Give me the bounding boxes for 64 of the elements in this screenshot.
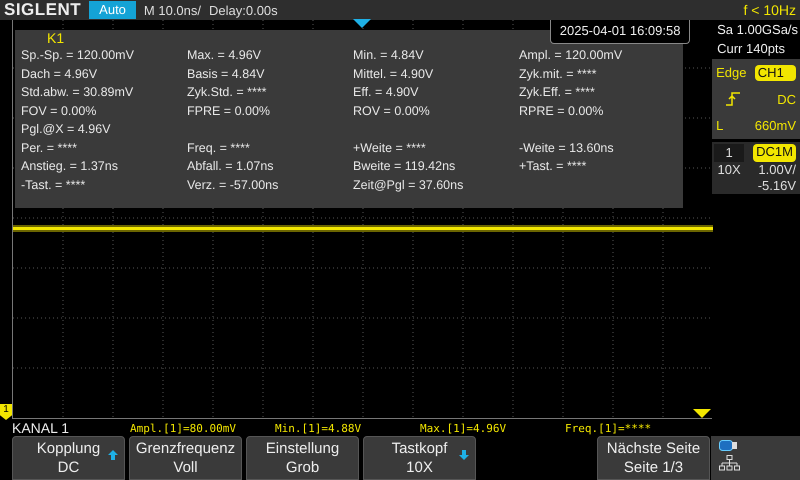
measurement-value: Std.abw. = 30.89mV: [21, 84, 134, 101]
measurement-readout: Ampl.[1]=80.00mV: [130, 422, 237, 434]
measurement-value: Zyk.mit. = ****: [519, 66, 598, 83]
measurement-value: ROV = 0.00%: [353, 102, 431, 120]
measurement-value: Bweite = 119.42ns: [353, 158, 456, 175]
measurement-value: Mittel. = 4.90V: [353, 66, 434, 82]
timebase: M 10.0ns/: [144, 2, 202, 18]
panel-title: K1: [47, 30, 64, 46]
channel-number: 1: [714, 144, 744, 162]
trigger-mode: Auto: [89, 1, 136, 19]
sample-rate: Sa 1.00GSa/s: [716, 21, 800, 39]
channel-coupling: DC1M: [753, 144, 796, 162]
menu-title: KANAL 1: [11, 420, 70, 436]
softkey-button[interactable]: Tastkopf 10X: [363, 436, 476, 480]
measurement-value: Verz. = -57.00ns: [187, 176, 280, 194]
measurement-value: Abfall. = 1.07ns: [187, 158, 275, 175]
measurement-value: Eff. = 4.90V: [353, 84, 420, 101]
measurement-value: RPRE = 0.00%: [519, 102, 604, 120]
measurement-value: FOV = 0.00%: [21, 102, 98, 120]
measurement-value: Zyk.Std. = ****: [187, 84, 268, 101]
trigger-coupling: DC: [776, 92, 796, 107]
date-time: 2025-04-01 16:09:58: [550, 20, 690, 44]
softkey-button[interactable]: Einstellung Grob: [246, 436, 359, 480]
trigger-level-label: L: [716, 118, 724, 134]
vertical-scale: 1.00V/: [757, 162, 797, 178]
frequency-counter: f < 10Hz: [743, 2, 797, 18]
measurement-readout: Min.[1]=4.88V: [275, 422, 362, 434]
measurement-value: +Tast. = ****: [519, 158, 588, 175]
probe-factor: 10X: [716, 162, 742, 178]
measurement-value: +Weite = ****: [353, 140, 427, 156]
up-arrow-icon: [108, 450, 118, 460]
measurement-readout: Max.[1]=4.96V: [420, 422, 508, 434]
measurement-value: FPRE = 0.00%: [187, 102, 272, 120]
network-icon: [719, 455, 740, 471]
trigger-level-marker: [693, 409, 711, 418]
measurement-value: Ampl. = 120.00mV: [519, 47, 624, 64]
softkey-button[interactable]: Kopplung DC: [12, 436, 125, 480]
trigger-type: Edge: [716, 65, 748, 80]
measurement-value: Dach = 4.96V: [21, 66, 98, 82]
softkey-button[interactable]: Grenzfrequenz Voll: [129, 436, 242, 480]
softkey-button[interactable]: Nächste Seite Seite 1/3: [597, 436, 710, 480]
measurement-value: Zyk.Eff. = ****: [519, 84, 596, 101]
measurement-value: Zeit@Pgl = 37.60ns: [353, 176, 464, 194]
measurement-value: Per. = ****: [21, 140, 78, 156]
measurement-value: Basis = 4.84V: [187, 66, 266, 82]
trigger-level: 660mV: [754, 118, 796, 134]
measurement-value: Sp.-Sp. = 120.00mV: [21, 47, 135, 64]
measurement-value: Pgl.@X = 4.96V: [21, 121, 112, 138]
measurement-value: Anstieg. = 1.37ns: [21, 158, 119, 175]
measurement-readout: Freq.[1]=****: [565, 422, 652, 434]
brand-logo: SIGLENT: [4, 1, 82, 19]
trigger-source: CH1: [754, 64, 796, 81]
measurement-value: Freq. = ****: [187, 140, 251, 157]
measurement-value: -Tast. = ****: [21, 176, 86, 194]
down-arrow-icon: [459, 450, 469, 460]
vertical-offset: -5.16V: [756, 178, 797, 194]
channel-marker: 1: [0, 404, 12, 420]
measurement-value: Min. = 4.84V: [353, 47, 425, 64]
measurement-value: Max. = 4.96V: [187, 47, 262, 64]
measurement-value: -Weite = 13.60ns: [519, 140, 615, 156]
usb-drive-icon: [719, 440, 738, 451]
memory-depth: Curr 140pts: [716, 40, 786, 58]
rising-edge-icon: [726, 92, 740, 106]
delay: Delay:0.00s: [209, 2, 278, 18]
